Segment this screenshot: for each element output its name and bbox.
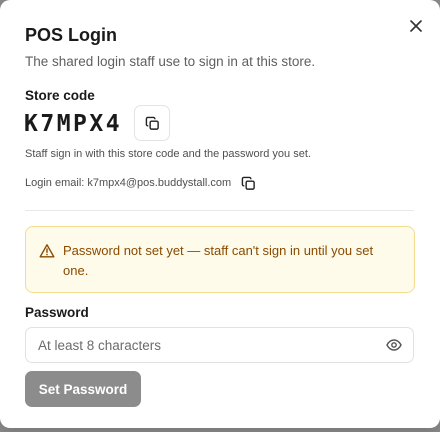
password-label: Password: [25, 305, 89, 320]
copy-login-email-button[interactable]: [240, 175, 256, 191]
login-email-text: Login email: k7mpx4@pos.buddystall.com: [25, 177, 232, 189]
dialog-title: POS Login: [25, 25, 117, 45]
store-code-helper: Staff sign in with this store code and t…: [25, 148, 311, 160]
password-input[interactable]: [25, 327, 414, 363]
dialog-subtitle: The shared login staff use to sign in at…: [25, 54, 316, 69]
toggle-password-visibility-button[interactable]: [385, 336, 403, 354]
copy-store-code-button[interactable]: [134, 105, 170, 141]
login-email-row: Login email: k7mpx4@pos.buddystall.com: [25, 175, 256, 191]
alert-triangle-icon: [39, 244, 55, 258]
set-password-button[interactable]: Set Password: [25, 371, 141, 407]
copy-icon: [145, 116, 159, 130]
eye-icon: [386, 339, 402, 351]
password-not-set-alert: Password not set yet — staff can't sign …: [25, 226, 415, 293]
store-code-label: Store code: [25, 88, 95, 103]
divider: [25, 210, 414, 211]
alert-text: Password not set yet — staff can't sign …: [63, 243, 374, 278]
copy-icon: [241, 176, 255, 190]
pos-login-dialog: POS Login The shared login staff use to …: [0, 0, 440, 428]
close-button[interactable]: [406, 16, 426, 36]
store-code-value: K7MPX4: [24, 111, 123, 137]
close-icon: [410, 20, 422, 32]
